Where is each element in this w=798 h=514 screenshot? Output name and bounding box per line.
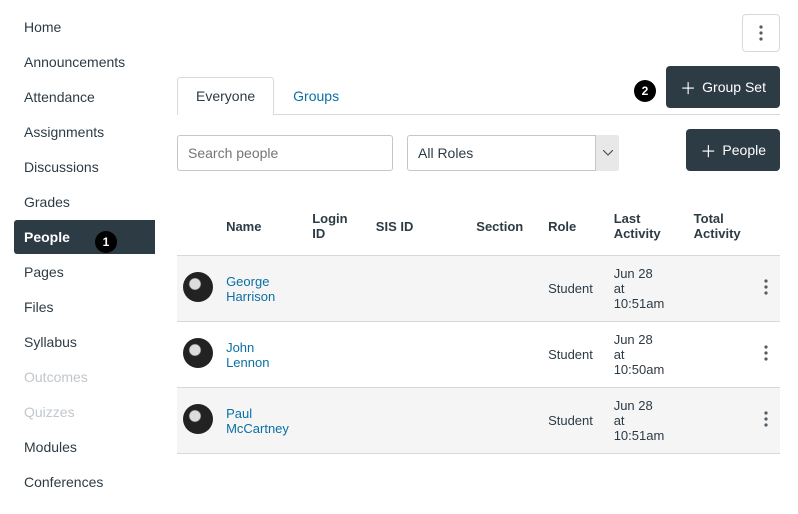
col-name: Name [220,197,306,256]
sidebar-item-quizzes: Quizzes [14,395,155,429]
sidebar-item-people[interactable]: People [14,220,155,254]
sidebar-item-outcomes: Outcomes [14,360,155,394]
sidebar-item-assignments[interactable]: Assignments [14,115,155,149]
user-name-link[interactable]: GeorgeHarrison [226,274,275,304]
table-row: JohnLennon StudentJun 28at10:50am [177,322,780,388]
kebab-icon [759,25,763,41]
sidebar-item-modules[interactable]: Modules [14,430,155,464]
last-activity-cell: Jun 28at10:51am [608,388,688,454]
callout-marker-1: 1 [95,231,117,253]
role-cell: Student [542,322,608,388]
avatar [183,272,213,302]
sidebar-item-pages[interactable]: Pages [14,255,155,289]
avatar [183,338,213,368]
sidebar-item-grades[interactable]: Grades [14,185,155,219]
kebab-icon [764,345,768,361]
last-activity-cell: Jun 28at10:50am [608,322,688,388]
tab-groups[interactable]: Groups [274,77,358,114]
table-row: PaulMcCartney StudentJun 28at10:51am [177,388,780,454]
col-total-activity: Total Activity [688,197,752,256]
col-last-activity: Last Activity [608,197,688,256]
user-name-link[interactable]: JohnLennon [226,340,269,370]
plus-icon: ＋ [680,75,696,99]
sidebar-item-discussions[interactable]: Discussions [14,150,155,184]
sidebar-item-syllabus[interactable]: Syllabus [14,325,155,359]
row-options-button[interactable] [751,256,780,322]
tab-everyone[interactable]: Everyone [177,77,274,115]
col-role: Role [542,197,608,256]
search-input[interactable] [177,135,393,171]
avatar [183,404,213,434]
user-name-link[interactable]: PaulMcCartney [226,406,289,436]
group-set-label: Group Set [702,79,766,95]
role-selected-label: All Roles [418,145,473,161]
role-select[interactable]: All Roles [407,135,619,171]
add-people-button[interactable]: ＋ People [686,129,780,171]
kebab-icon [764,279,768,295]
people-label: People [722,142,766,158]
sidebar-item-files[interactable]: Files [14,290,155,324]
role-cell: Student [542,388,608,454]
sidebar-item-home[interactable]: Home [14,10,155,44]
tabs: Everyone Groups [177,77,358,114]
last-activity-cell: Jun 28at10:51am [608,256,688,322]
row-options-button[interactable] [751,322,780,388]
col-login: Login ID [306,197,370,256]
col-section: Section [470,197,542,256]
kebab-icon [764,411,768,427]
sidebar-item-attendance[interactable]: Attendance [14,80,155,114]
chevron-down-icon [595,135,619,171]
sidebar: HomeAnnouncementsAttendanceAssignmentsDi… [0,0,155,510]
add-group-set-button[interactable]: ＋ Group Set [666,66,780,108]
plus-icon: ＋ [700,138,716,162]
main-content: Everyone Groups ＋ Group Set All Roles ＋ [155,0,798,510]
callout-marker-2: 2 [634,80,656,102]
sidebar-item-conferences[interactable]: Conferences [14,465,155,499]
sidebar-item-announcements[interactable]: Announcements [14,45,155,79]
page-options-button[interactable] [742,14,780,52]
people-table: Name Login ID SIS ID Section Role Last A… [177,197,780,454]
row-options-button[interactable] [751,388,780,454]
col-sis: SIS ID [370,197,471,256]
role-cell: Student [542,256,608,322]
table-row: GeorgeHarrison StudentJun 28at10:51am [177,256,780,322]
